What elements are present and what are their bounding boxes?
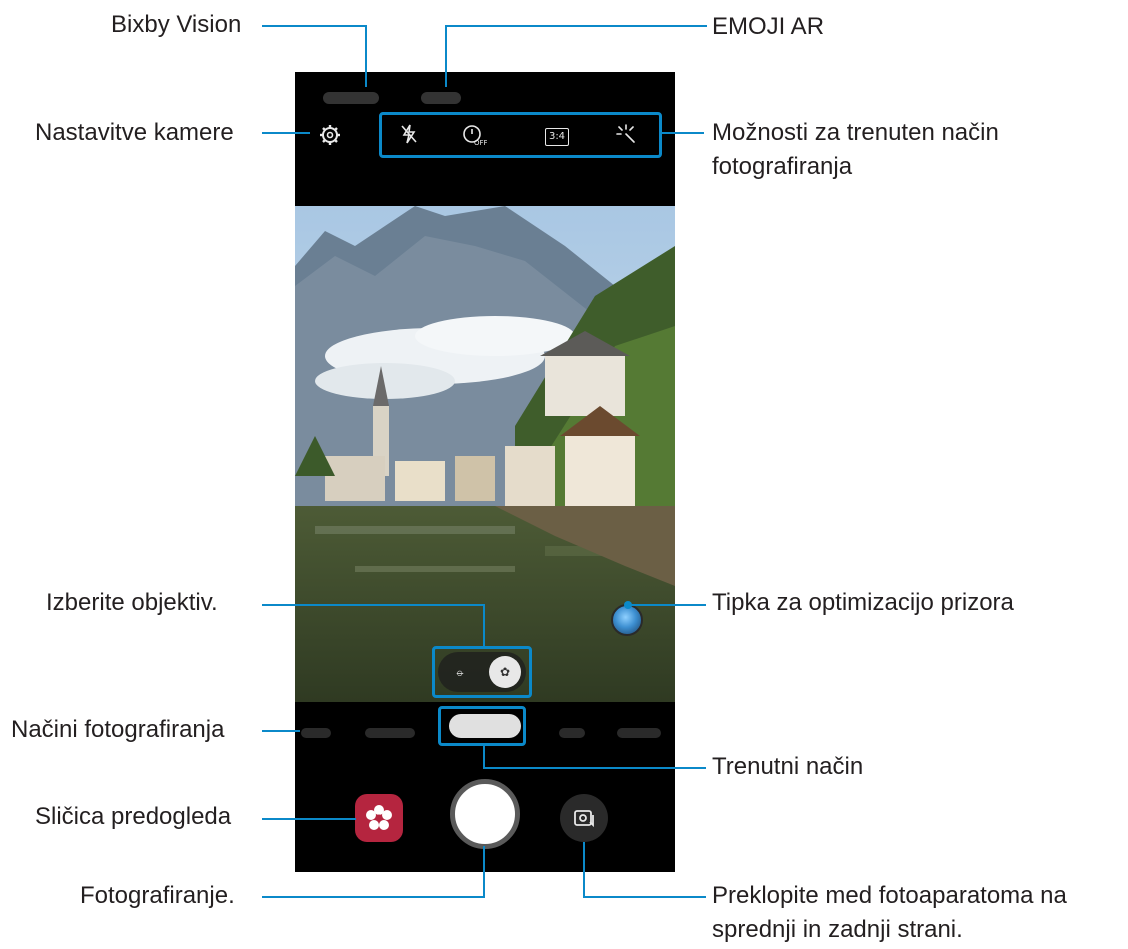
callout-line [628,604,706,606]
callout-line [262,604,484,606]
callout-line [262,132,310,134]
camera-preview[interactable]: ⦵ ✿ [295,206,675,702]
label-emoji-ar: EMOJI AR [712,13,825,40]
current-mode-pill[interactable] [449,714,521,738]
callout-line [445,25,707,27]
emoji-ar-button[interactable] [421,92,461,104]
mode-item[interactable] [559,728,585,738]
label-current-mode-options: Možnosti za trenuten način fotografiranj… [712,119,999,180]
callout-line [262,896,485,898]
label-bixby-vision: Bixby Vision [111,11,242,38]
gear-icon [320,125,340,145]
switch-camera-button[interactable] [560,794,608,842]
timer-off-icon: OFF [463,125,488,147]
callout-line [483,745,485,769]
lens-wide-button[interactable]: ⦵ [448,660,472,684]
shutter-button[interactable] [450,779,520,849]
callout-line [445,25,447,87]
callout-dot [624,601,632,609]
settings-button[interactable] [315,120,345,150]
camera-screen: OFF 3:4 ⦵ ✿ [295,72,675,872]
lens-wide-icon: ⦵ [454,665,466,679]
timer-button[interactable]: OFF [454,123,494,147]
callout-line [262,730,300,732]
label-select-lens: Izberite objektiv. [46,589,218,616]
preview-thumbnail-button[interactable] [355,794,403,842]
mode-item[interactable] [301,728,331,738]
bixby-vision-button[interactable] [323,92,379,104]
effects-button[interactable] [606,123,646,147]
lens-main-icon: ✿ [499,665,511,679]
callout-line [583,842,585,898]
callout-line [365,25,367,87]
sparkle-icon [616,124,635,143]
callout-line [483,846,485,898]
label-shooting-modes: Načini fotografiranja [11,716,225,743]
callout-line [483,767,706,769]
label-scene-optimizer: Tipka za optimizacijo prizora [712,589,1014,616]
label-switch-cameras: Preklopite med fotoaparatoma na sprednji… [712,882,1067,943]
flash-off-icon [401,124,417,144]
mode-item[interactable] [365,728,415,738]
ratio-icon: 3:4 [544,128,570,146]
flower-icon [366,805,392,830]
callout-line [262,818,356,820]
callout-line [262,25,366,27]
flash-button[interactable] [389,123,429,147]
ratio-button[interactable]: 3:4 [537,123,577,147]
callout-line [662,132,704,134]
timer-off-text: OFF [474,139,487,147]
label-camera-settings: Nastavitve kamere [35,119,234,146]
callout-line [583,896,706,898]
switch-camera-icon [574,810,594,828]
label-current-mode: Trenutni način [712,753,864,780]
lens-main-button[interactable]: ✿ [489,656,521,688]
mode-item[interactable] [617,728,661,738]
label-preview-thumbnail: Sličica predogleda [35,803,232,830]
callout-line [483,604,485,646]
label-take-picture: Fotografiranje. [80,882,235,909]
